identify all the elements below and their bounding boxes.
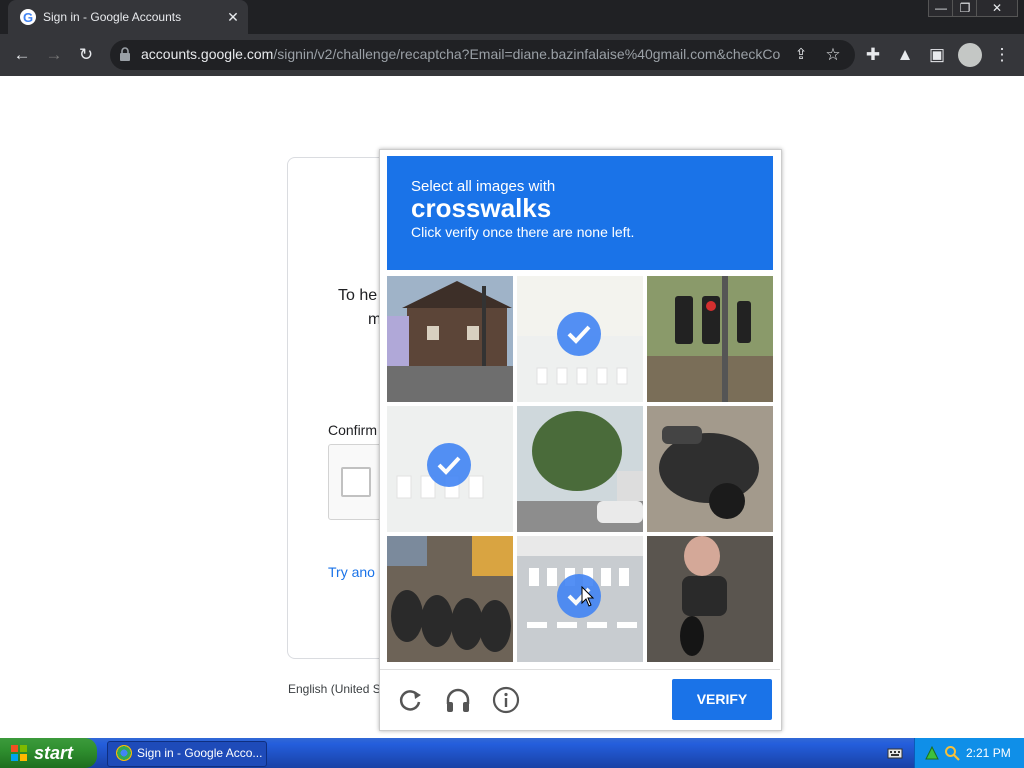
scooter-image: [647, 406, 773, 532]
google-favicon-icon: G: [20, 9, 36, 25]
labs-flask-icon[interactable]: ▲: [893, 43, 917, 67]
menu-kebab-icon[interactable]: ⋮: [990, 43, 1014, 67]
captcha-tile[interactable]: [387, 536, 513, 662]
captcha-keyword: crosswalks: [411, 193, 552, 223]
captcha-tile[interactable]: [647, 536, 773, 662]
reload-icon[interactable]: [396, 686, 424, 714]
selected-check-icon: [557, 312, 601, 356]
selected-check-icon: [427, 443, 471, 487]
language-select[interactable]: English (United S: [288, 682, 381, 696]
captcha-tile[interactable]: [387, 276, 513, 402]
signin-help-text: To he: [338, 287, 378, 304]
parked-motorbikes-image: [387, 536, 513, 662]
mouse-cursor-icon: [581, 585, 595, 608]
windows-logo-icon: [11, 745, 27, 761]
try-another-way-link[interactable]: Try ano: [328, 564, 375, 580]
minimize-button[interactable]: —: [928, 0, 954, 17]
back-arrow-icon[interactable]: ←: [10, 43, 34, 67]
network-icon[interactable]: [924, 745, 940, 761]
tab-close-icon[interactable]: ✕: [224, 8, 242, 26]
extensions-puzzle-icon[interactable]: ✚: [861, 43, 885, 67]
lock-icon: [119, 47, 131, 61]
svg-text:G: G: [23, 10, 33, 25]
close-window-button[interactable]: ✕: [976, 0, 1018, 17]
restore-button[interactable]: ❐: [952, 0, 978, 17]
captcha-tile[interactable]: [517, 406, 643, 532]
browser-tab[interactable]: G Sign in - Google Accounts ✕: [8, 0, 248, 34]
confirm-label: Confirm: [328, 422, 378, 438]
captcha-tile[interactable]: [647, 406, 773, 532]
chrome-icon: [116, 745, 132, 761]
captcha-subinstruction: Click verify once there are none left.: [411, 224, 635, 240]
house-with-bus-image: [387, 276, 513, 402]
url-text: accounts.google.com/signin/v2/challenge/…: [141, 46, 781, 62]
audio-icon[interactable]: [444, 686, 472, 714]
traffic-lights-image: [647, 276, 773, 402]
verify-button[interactable]: VERIFY: [672, 679, 772, 720]
keyboard-icon[interactable]: [887, 746, 903, 760]
recaptcha-checkbox[interactable]: [341, 467, 371, 497]
captcha-tile[interactable]: [647, 276, 773, 402]
reload-page-icon[interactable]: ↻: [74, 43, 98, 67]
search-magnifier-icon[interactable]: [944, 745, 960, 761]
url-host: accounts.google.com: [141, 46, 274, 62]
url-path: /signin/v2/challenge/recaptcha?Email=dia…: [273, 46, 781, 62]
forward-arrow-icon[interactable]: →: [42, 43, 66, 67]
share-icon[interactable]: ⇪: [789, 43, 813, 67]
motorcycle-rider-image: [647, 536, 773, 662]
profile-avatar-icon[interactable]: [958, 43, 982, 67]
tab-title: Sign in - Google Accounts: [43, 10, 182, 24]
taskbar-item-label: Sign in - Google Acco...: [137, 746, 263, 760]
info-icon[interactable]: [492, 686, 520, 714]
start-label: start: [34, 743, 74, 763]
captcha-footer-divider: [380, 669, 780, 670]
taskbar-clock: 2:21 PM: [966, 746, 1011, 760]
bookmark-star-icon[interactable]: ☆: [821, 43, 845, 67]
trees-and-car-image: [517, 406, 643, 532]
side-panel-icon[interactable]: ▣: [925, 43, 949, 67]
